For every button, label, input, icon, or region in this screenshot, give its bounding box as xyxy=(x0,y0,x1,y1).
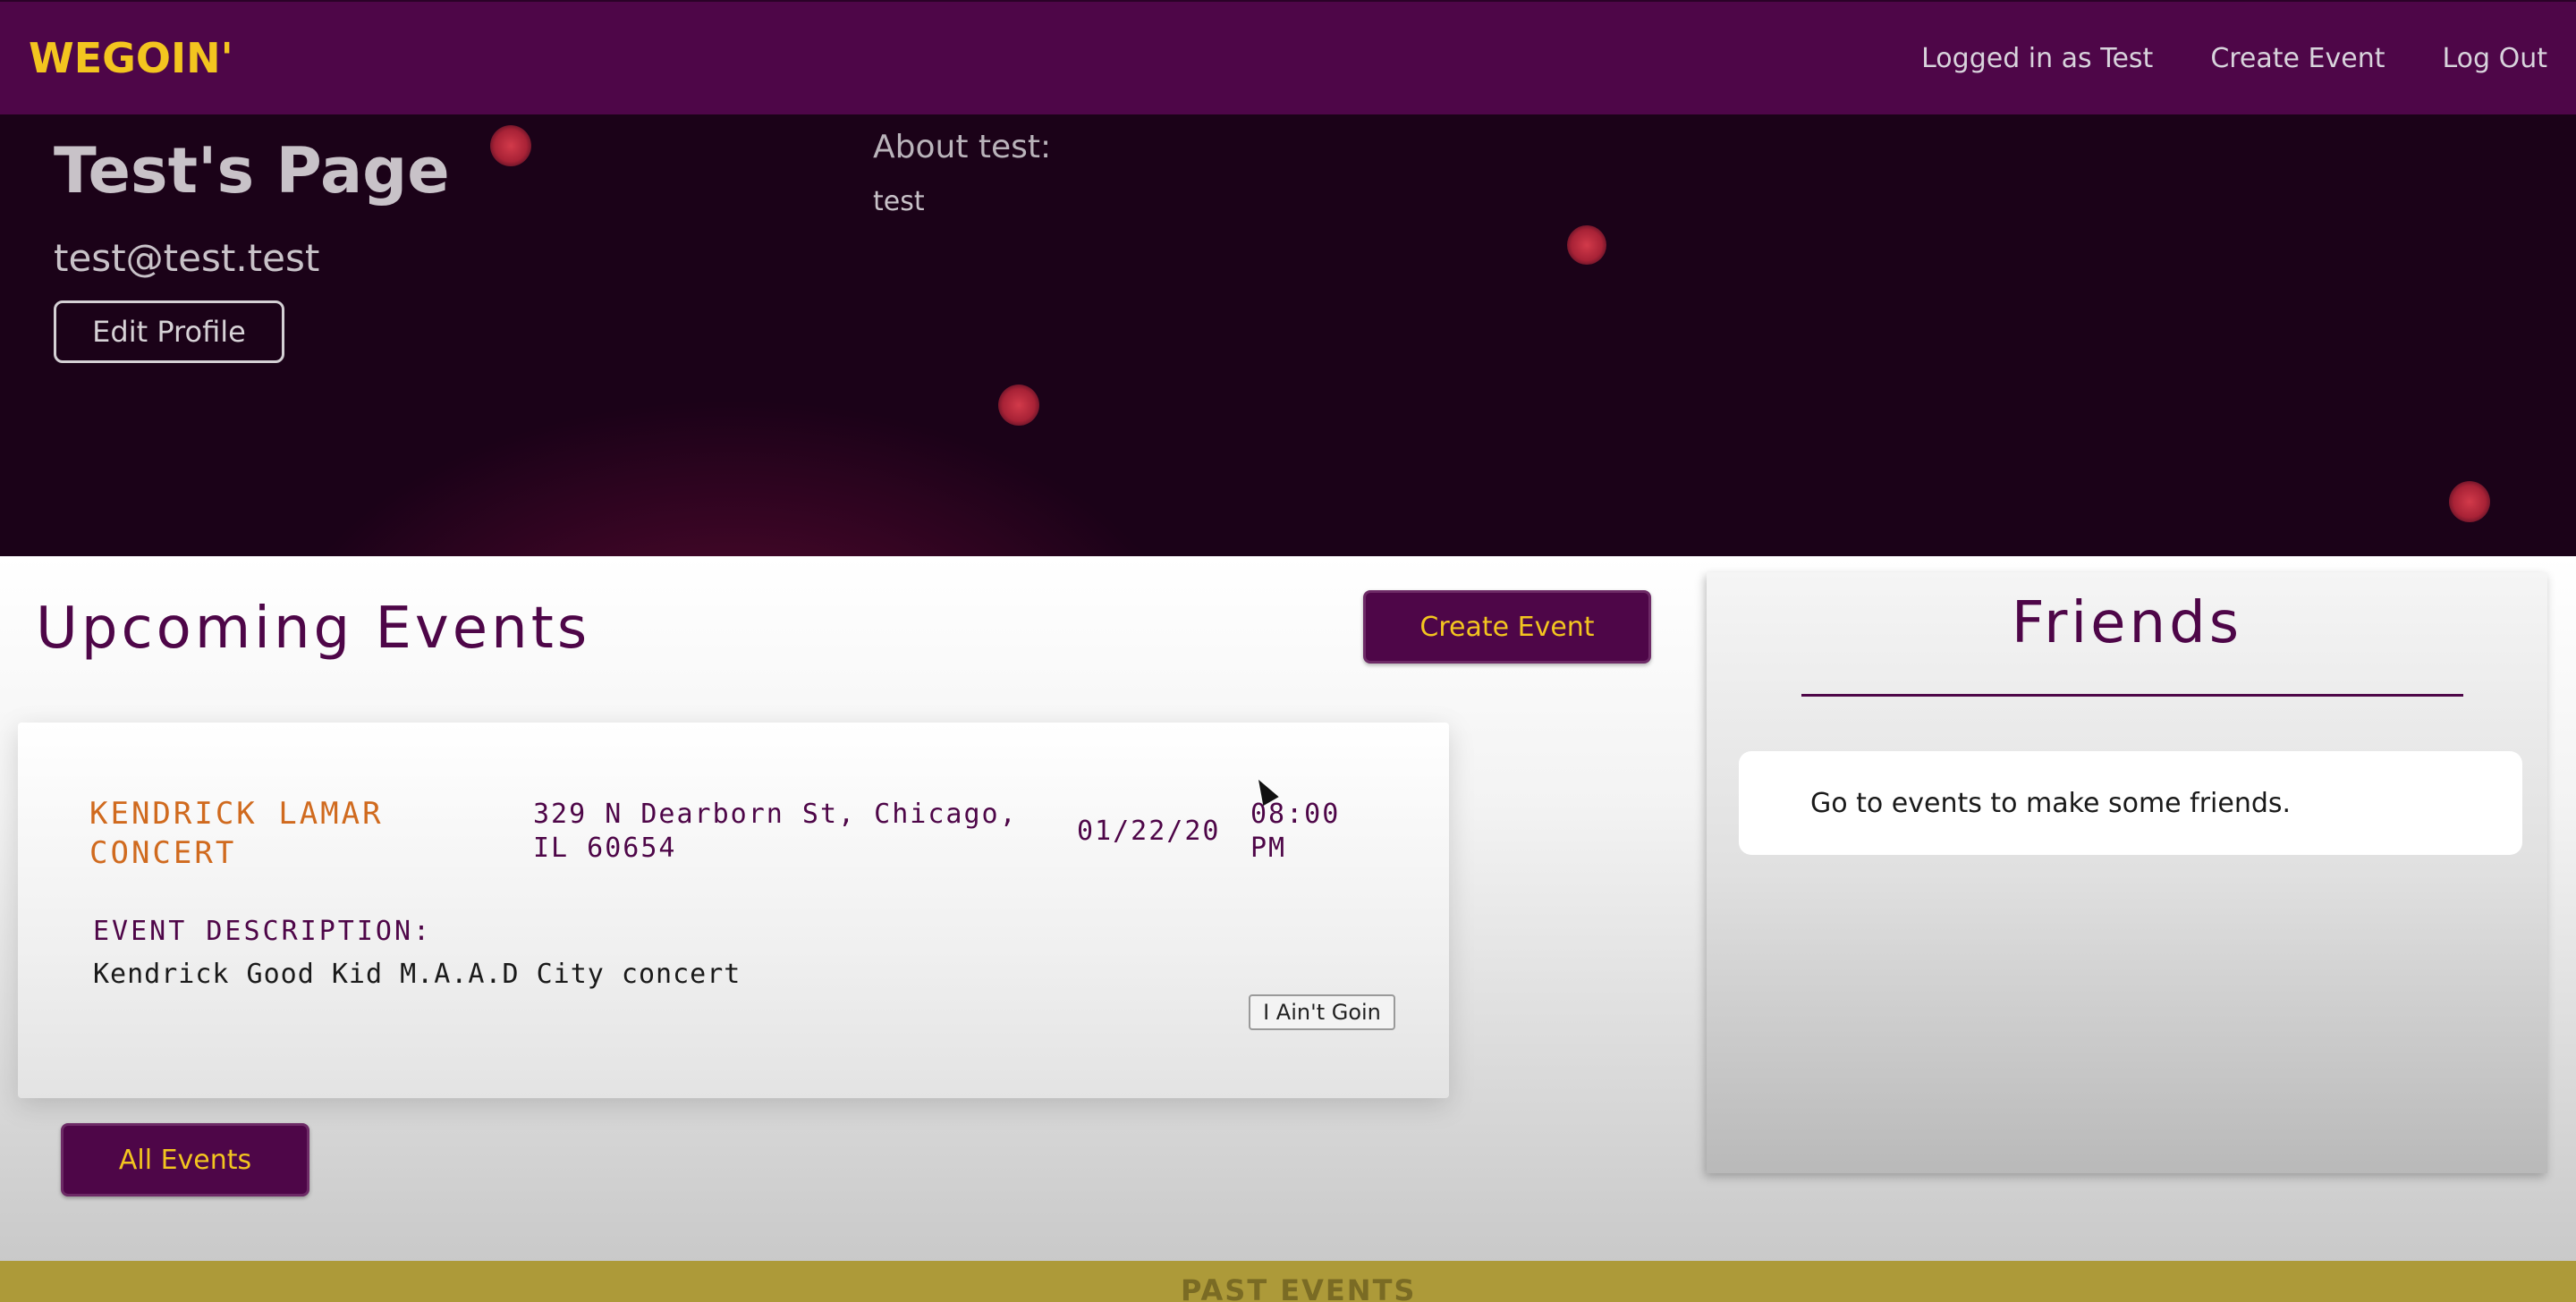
profile-hero: Test's Page test@test.test Edit Profile … xyxy=(0,114,2576,556)
upcoming-events-title: Upcoming Events xyxy=(36,596,591,662)
decorative-dot xyxy=(490,125,531,166)
top-navbar: WEGOIN' Logged in as Test Create Event L… xyxy=(0,0,2576,114)
event-date: 01/22/20 xyxy=(1077,816,1221,847)
profile-email: test@test.test xyxy=(54,236,320,280)
friends-panel: Friends Go to events to make some friend… xyxy=(1707,572,2547,1173)
nav-log-out[interactable]: Log Out xyxy=(2442,43,2547,74)
about-text: test xyxy=(873,186,925,217)
nav-create-event[interactable]: Create Event xyxy=(2210,43,2385,74)
friends-empty-message: Go to events to make some friends. xyxy=(1739,751,2522,855)
event-address: 329 N Dearborn St, Chicago, IL 60654 xyxy=(533,799,1018,864)
past-events-band[interactable]: PAST EVENTS xyxy=(0,1261,2576,1302)
wegoin-logo[interactable]: WEGOIN' xyxy=(29,34,233,82)
decorative-dot xyxy=(998,385,1039,426)
past-events-label: PAST EVENTS xyxy=(1181,1273,1417,1302)
create-event-button[interactable]: Create Event xyxy=(1363,590,1651,664)
event-time: 08:00 PM xyxy=(1250,799,1341,864)
friends-divider xyxy=(1801,694,2463,697)
page-title: Test's Page xyxy=(54,134,450,207)
event-card: KENDRICK LAMAR CONCERT 329 N Dearborn St… xyxy=(18,723,1449,1098)
event-name[interactable]: KENDRICK LAMAR CONCERT xyxy=(89,794,501,873)
event-description-label: EVENT DESCRIPTION: xyxy=(93,916,433,947)
decorative-dot xyxy=(1567,225,1606,265)
about-label: About test: xyxy=(873,129,1052,165)
main-content: Upcoming Events Create Event KENDRICK LA… xyxy=(0,556,2576,1263)
aint-goin-button[interactable]: I Ain't Goin xyxy=(1249,994,1395,1030)
nav-links: Logged in as Test Create Event Log Out xyxy=(1921,43,2547,74)
event-description: Kendrick Good Kid M.A.A.D City concert xyxy=(93,959,741,990)
all-events-button[interactable]: All Events xyxy=(61,1123,309,1196)
nav-logged-in-as[interactable]: Logged in as Test xyxy=(1921,43,2153,74)
friends-title: Friends xyxy=(2011,590,2243,656)
decorative-dot xyxy=(2449,481,2490,522)
edit-profile-button[interactable]: Edit Profile xyxy=(54,300,284,363)
